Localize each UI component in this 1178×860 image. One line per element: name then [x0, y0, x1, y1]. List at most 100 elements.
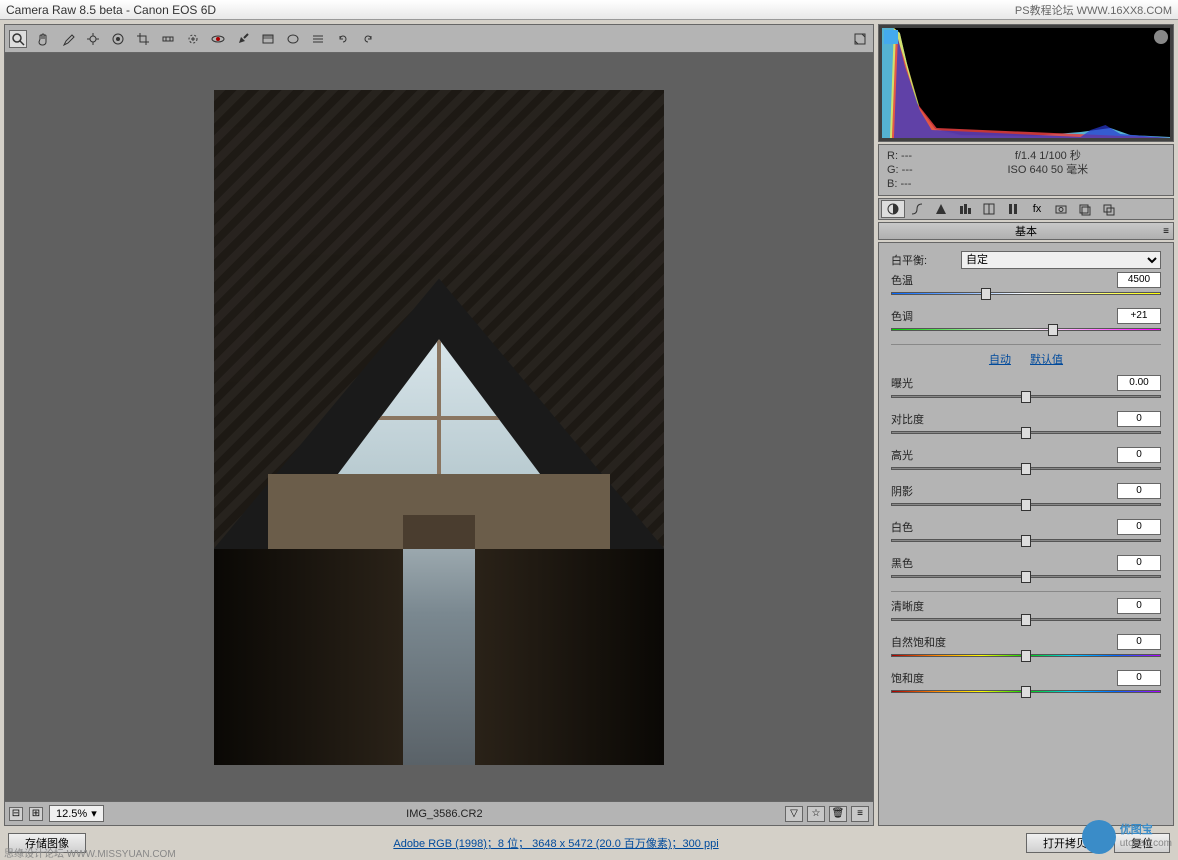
r-value: R: ---	[887, 149, 913, 163]
exposure-value[interactable]: 0.00	[1117, 375, 1161, 391]
vibrance-value[interactable]: 0	[1117, 634, 1161, 650]
watermark-bl: 思缘设计论坛 WWW.MISSYUAN.COM	[4, 845, 176, 860]
blacks-value[interactable]: 0	[1117, 555, 1161, 571]
contrast-value[interactable]: 0	[1117, 411, 1161, 427]
adjust-brush-icon[interactable]	[234, 30, 252, 48]
clarity-thumb[interactable]	[1021, 614, 1031, 626]
shadows-value[interactable]: 0	[1117, 483, 1161, 499]
target-adjust-icon[interactable]	[109, 30, 127, 48]
temp-value[interactable]: 4500	[1117, 272, 1161, 288]
wb-select[interactable]: 自定	[961, 251, 1161, 269]
info-readout: R: --- G: --- B: --- f/1.4 1/100 秒 ISO 6…	[878, 144, 1174, 196]
auto-links: 自动 默认值	[891, 351, 1161, 367]
tab-fx-icon[interactable]: fx	[1025, 200, 1049, 218]
whites-thumb[interactable]	[1021, 535, 1031, 547]
tab-camera-icon[interactable]	[1049, 200, 1073, 218]
crop-tool-icon[interactable]	[134, 30, 152, 48]
tab-basic-icon[interactable]	[881, 200, 905, 218]
clarity-slider: 清晰度0	[891, 598, 1161, 624]
zoom-select[interactable]: 12.5%▾	[49, 805, 104, 822]
filmstrip-icon[interactable]: ≡	[851, 806, 869, 822]
exif-line2: ISO 640 50 毫米	[1007, 163, 1088, 177]
radial-filter-icon[interactable]	[284, 30, 302, 48]
tint-slider: 色调+21	[891, 308, 1161, 334]
zoom-tool-icon[interactable]	[9, 30, 27, 48]
photo-preview	[214, 90, 664, 765]
exposure-thumb[interactable]	[1021, 391, 1031, 403]
logo-icon	[1082, 820, 1116, 854]
temp-slider: 色温4500	[891, 272, 1161, 298]
prefs-icon[interactable]	[309, 30, 327, 48]
fullscreen-icon[interactable]	[851, 30, 869, 48]
panel-menu-icon[interactable]: ≡	[1163, 226, 1169, 237]
preview-canvas[interactable]	[5, 53, 873, 801]
contrast-thumb[interactable]	[1021, 427, 1031, 439]
straighten-tool-icon[interactable]	[159, 30, 177, 48]
watermark-tr: PS教程论坛 WWW.16XX8.COM	[1015, 2, 1172, 18]
controls-pane: R: --- G: --- B: --- f/1.4 1/100 秒 ISO 6…	[878, 24, 1174, 826]
temp-thumb[interactable]	[981, 288, 991, 300]
shadow-clip-icon[interactable]	[884, 30, 898, 44]
rating-icon[interactable]: ☆	[807, 806, 825, 822]
trash-icon[interactable]: 🗑	[829, 806, 847, 822]
tab-lens-icon[interactable]	[1001, 200, 1025, 218]
saturation-thumb[interactable]	[1021, 686, 1031, 698]
panel-tabs: fx	[878, 198, 1174, 220]
bottom-bar: 存储图像 Adobe RGB (1998)；8 位； 3648 x 5472 (…	[0, 830, 1178, 856]
color-sampler-icon[interactable]	[84, 30, 102, 48]
highlight-clip-icon[interactable]	[1154, 30, 1168, 44]
whites-slider: 白色0	[891, 519, 1161, 545]
shadows-thumb[interactable]	[1021, 499, 1031, 511]
whites-value[interactable]: 0	[1117, 519, 1161, 535]
vibrance-slider: 自然饱和度0	[891, 634, 1161, 660]
tint-value[interactable]: +21	[1117, 308, 1161, 324]
workflow-link[interactable]: Adobe RGB (1998)；8 位； 3648 x 5472 (20.0 …	[96, 835, 1016, 851]
blacks-thumb[interactable]	[1021, 571, 1031, 583]
redeye-tool-icon[interactable]	[209, 30, 227, 48]
graduated-filter-icon[interactable]	[259, 30, 277, 48]
rotate-ccw-icon[interactable]	[334, 30, 352, 48]
highlights-slider: 高光0	[891, 447, 1161, 473]
rotate-cw-icon[interactable]	[359, 30, 377, 48]
vibrance-thumb[interactable]	[1021, 650, 1031, 662]
tint-thumb[interactable]	[1048, 324, 1058, 336]
filename-text: IMG_3586.CR2	[110, 808, 779, 820]
watermark-br: 优图宝utobao.com	[1082, 820, 1172, 854]
basic-panel: 白平衡: 自定 色温4500 色调+21 自动 默认值 曝光0.00 对比度0 …	[878, 242, 1174, 826]
wb-eyedropper-icon[interactable]	[59, 30, 77, 48]
wb-row: 白平衡: 自定	[891, 251, 1161, 269]
exif-line1: f/1.4 1/100 秒	[1015, 149, 1081, 163]
spot-removal-icon[interactable]	[184, 30, 202, 48]
zoom-in-button[interactable]: ⊞	[29, 807, 43, 821]
histogram[interactable]	[878, 24, 1174, 142]
blacks-slider: 黑色0	[891, 555, 1161, 581]
wb-label: 白平衡:	[891, 252, 961, 268]
saturation-value[interactable]: 0	[1117, 670, 1161, 686]
filter-icon[interactable]: ▽	[785, 806, 803, 822]
tab-snapshot-icon[interactable]	[1097, 200, 1121, 218]
tab-detail-icon[interactable]	[929, 200, 953, 218]
shadows-slider: 阴影0	[891, 483, 1161, 509]
b-value: B: ---	[887, 177, 913, 191]
preview-pane: ⊟ ⊞ 12.5%▾ IMG_3586.CR2 ▽ ☆ 🗑 ≡	[4, 24, 874, 826]
clarity-value[interactable]: 0	[1117, 598, 1161, 614]
auto-link[interactable]: 自动	[989, 354, 1011, 366]
highlights-thumb[interactable]	[1021, 463, 1031, 475]
saturation-slider: 饱和度0	[891, 670, 1161, 696]
hand-tool-icon[interactable]	[34, 30, 52, 48]
chevron-down-icon: ▾	[91, 807, 97, 820]
exposure-slider: 曝光0.00	[891, 375, 1161, 401]
main-area: ⊟ ⊞ 12.5%▾ IMG_3586.CR2 ▽ ☆ 🗑 ≡	[0, 20, 1178, 830]
toolbar	[5, 25, 873, 53]
title-text: Camera Raw 8.5 beta - Canon EOS 6D	[6, 3, 216, 17]
zoom-out-button[interactable]: ⊟	[9, 807, 23, 821]
g-value: G: ---	[887, 163, 913, 177]
titlebar: Camera Raw 8.5 beta - Canon EOS 6D PS教程论…	[0, 0, 1178, 20]
highlights-value[interactable]: 0	[1117, 447, 1161, 463]
contrast-slider: 对比度0	[891, 411, 1161, 437]
tab-presets-icon[interactable]	[1073, 200, 1097, 218]
tab-split-icon[interactable]	[977, 200, 1001, 218]
tab-curve-icon[interactable]	[905, 200, 929, 218]
default-link[interactable]: 默认值	[1030, 354, 1063, 366]
tab-hsl-icon[interactable]	[953, 200, 977, 218]
